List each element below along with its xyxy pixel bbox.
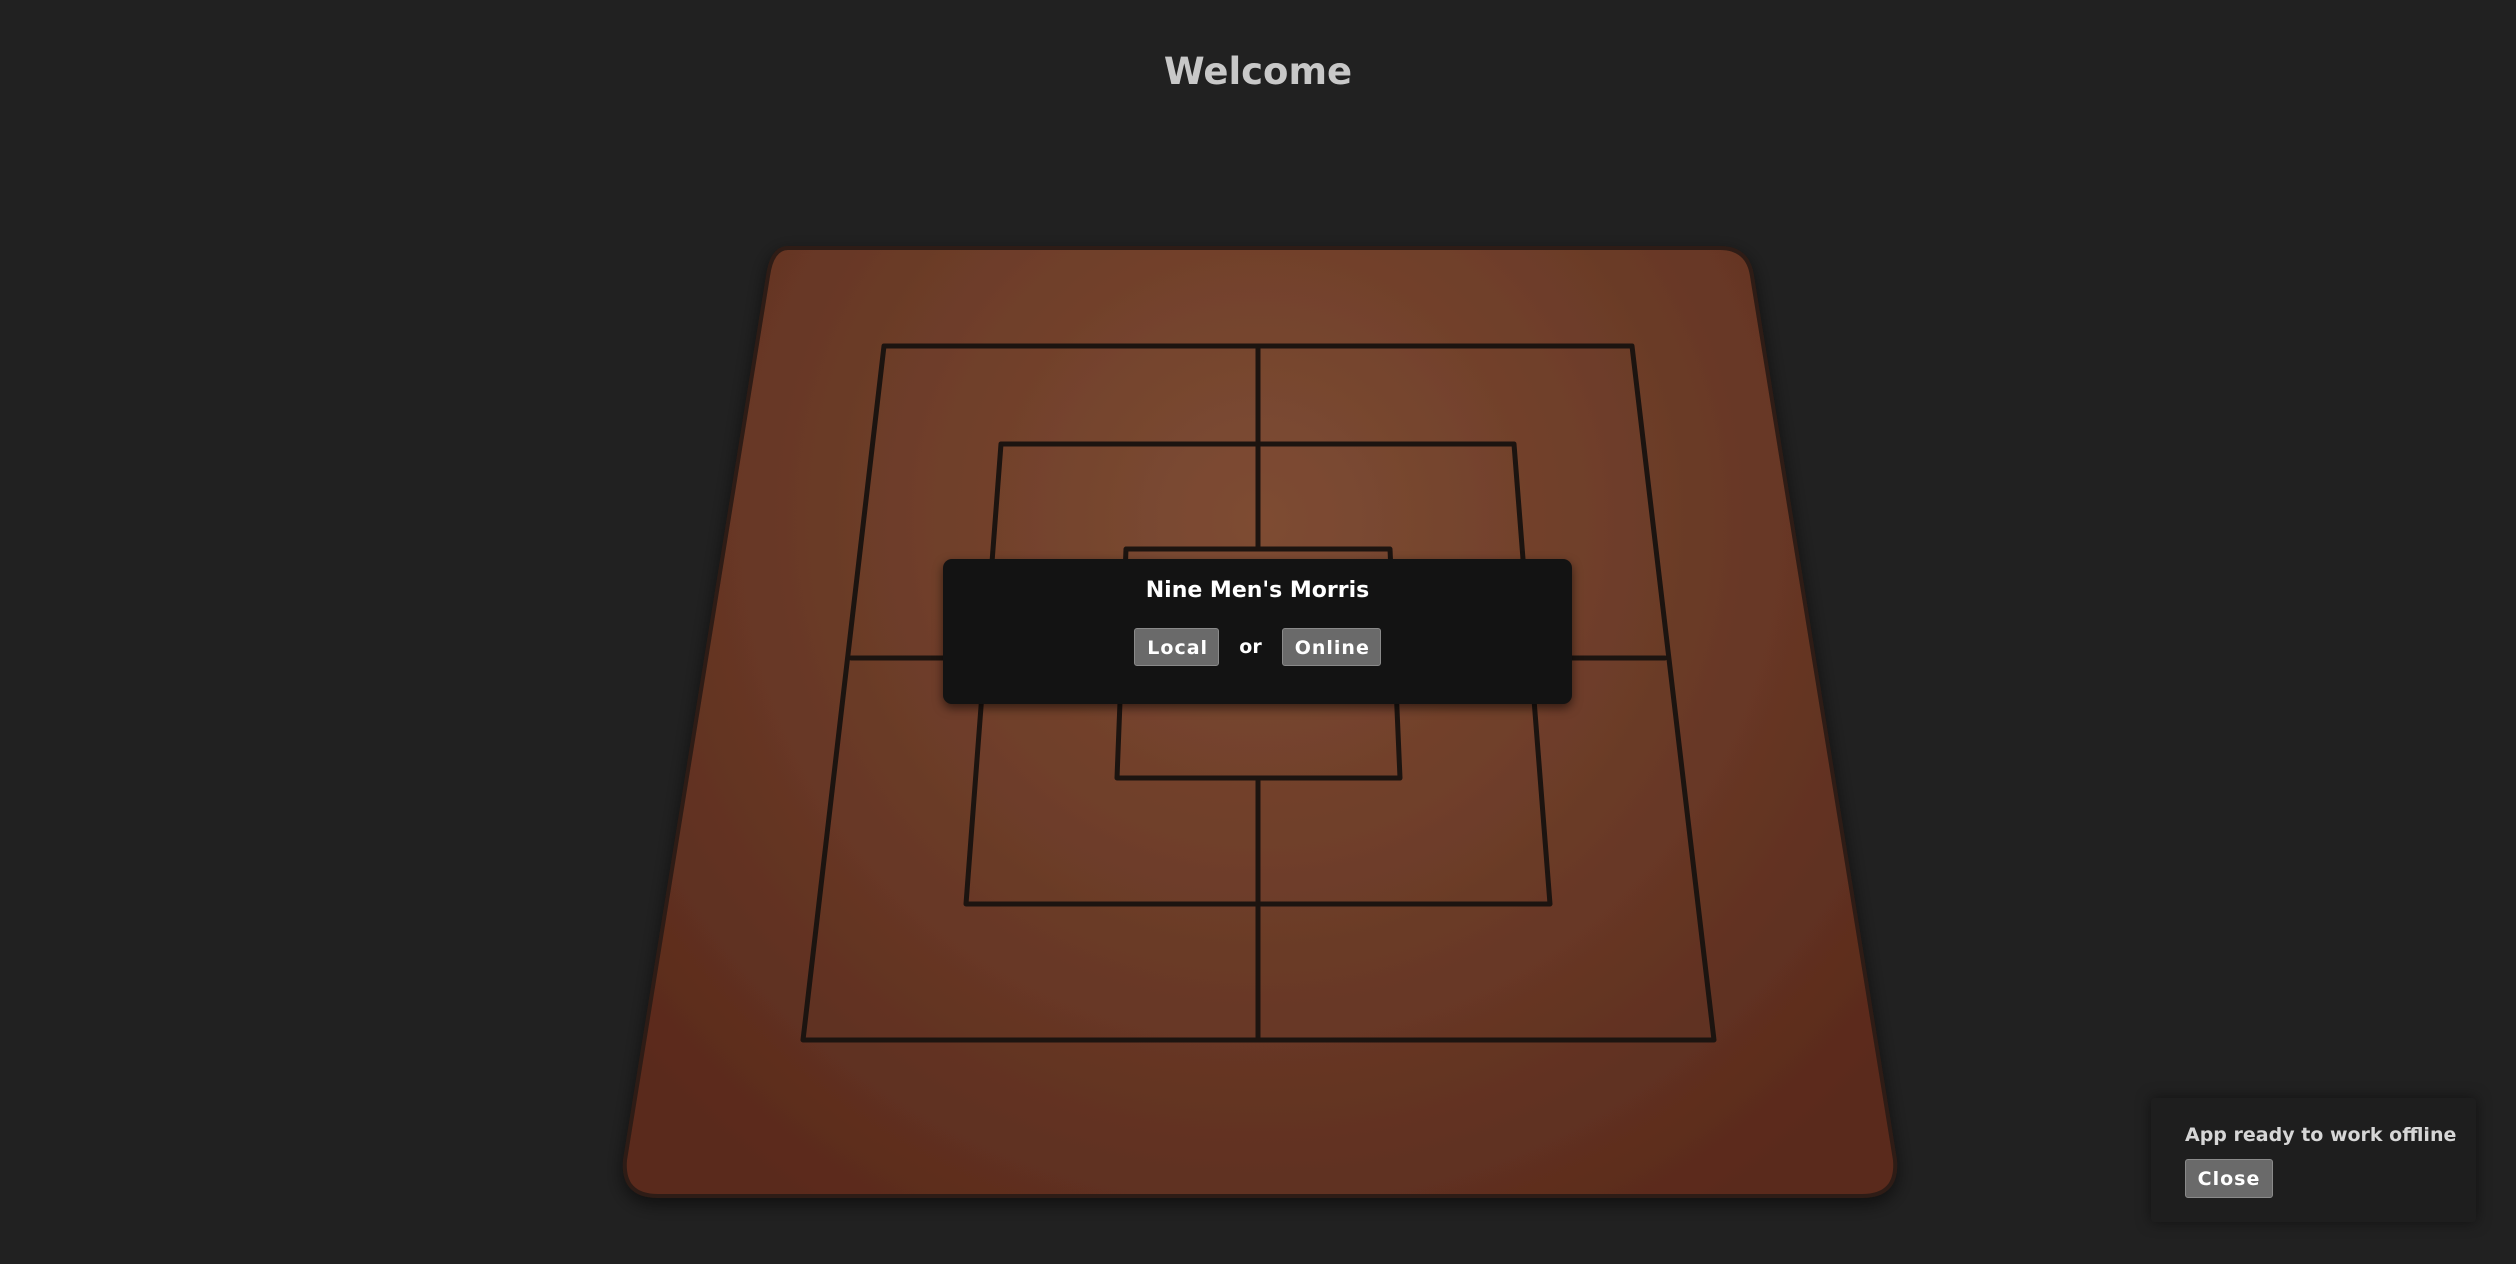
close-button[interactable]: Close (2185, 1159, 2273, 1198)
toast-message: App ready to work offline (2185, 1124, 2457, 1146)
online-button[interactable]: Online (1281, 628, 1381, 666)
app-page: Welcome Nine Men's Morris Local or Onlin… (0, 0, 2516, 1264)
or-separator: or (1239, 636, 1262, 658)
dialog-title: Nine Men's Morris (1145, 578, 1370, 603)
mode-buttons: Local or Online (943, 627, 1572, 667)
offline-toast: App ready to work offline Close (2151, 1098, 2476, 1222)
local-button[interactable]: Local (1134, 628, 1220, 666)
game-mode-dialog: Nine Men's Morris Local or Online (943, 559, 1572, 704)
